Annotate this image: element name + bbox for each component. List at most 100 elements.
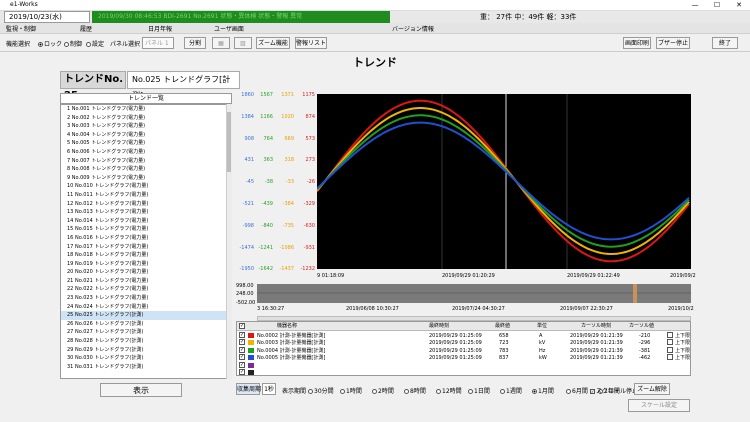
list-item[interactable]: 31 No.031 トレンドグラフ(計測) [61, 363, 231, 372]
overview-plot[interactable] [257, 284, 691, 303]
table-row[interactable]: ✓ [237, 369, 690, 376]
menu-monitor-control[interactable]: 監視・制御 [6, 24, 36, 33]
list-item[interactable]: 4 No.004 トレンドグラフ(電力量) [61, 131, 231, 140]
list-item[interactable]: 3 No.003 トレンドグラフ(電力量) [61, 122, 231, 131]
display-button[interactable]: 表示 [100, 383, 182, 397]
row-checkbox[interactable]: ✓ [239, 354, 245, 361]
list-item[interactable]: 10 No.010 トレンドグラフ(電力量) [61, 182, 231, 191]
period-radio[interactable]: 30分間 [308, 386, 334, 395]
list-item[interactable]: 1 No.001 トレンドグラフ(電力量) [61, 105, 231, 114]
list-item[interactable]: 7 No.007 トレンドグラフ(電力量) [61, 157, 231, 166]
zoom-release-button[interactable]: ズーム解除 [634, 383, 670, 395]
table-row[interactable]: ✓ No.0003 計測-計量機器[計測] 2019/09/29 01:25:09 7… [237, 339, 690, 346]
table-row[interactable]: ✓ [237, 361, 690, 369]
y-axis-tick: -1241 [258, 244, 273, 251]
scroll-stop-checkbox[interactable]: ✓ スクロール停止 [590, 386, 638, 395]
period-radio[interactable]: 6月間 [566, 386, 588, 395]
overview-cursor[interactable] [633, 284, 637, 303]
list-item[interactable]: 14 No.014 トレンドグラフ(電力量) [61, 217, 231, 226]
menu-user-screen[interactable]: ユーザ画面 [214, 24, 244, 33]
list-item[interactable]: 22 No.022 トレンドグラフ(電力量) [61, 285, 231, 294]
trend-plot[interactable] [317, 94, 691, 269]
window-title: e1-Works [10, 1, 38, 8]
image-icon[interactable]: ▨ [234, 37, 252, 49]
list-item[interactable]: 9 No.009 トレンドグラフ(電力量) [61, 174, 231, 183]
split-button[interactable]: 分割 [184, 37, 206, 49]
radio-settings-label: 設定 [92, 41, 105, 48]
limit-checkbox[interactable] [667, 332, 673, 338]
period-radio[interactable]: 1日間 [468, 386, 490, 395]
list-item[interactable]: 30 No.030 トレンドグラフ(計測) [61, 354, 231, 363]
limit-checkbox[interactable] [667, 346, 673, 353]
trend-list[interactable]: 1 No.001 トレンドグラフ(電力量) 2 No.002 トレンドグラフ(電力… [60, 104, 232, 379]
period-radio[interactable]: 12時間 [436, 386, 462, 395]
radio-lock[interactable]: ロック [38, 39, 62, 48]
period-label: 8時間 [410, 388, 426, 395]
menu-history[interactable]: 履歴 [80, 24, 92, 33]
limit-checkbox[interactable] [667, 339, 673, 346]
select-all-checkbox[interactable]: ✓ [239, 323, 245, 329]
y-axis-tick: -521 [242, 201, 254, 207]
y-axis-tick: -38 [264, 179, 273, 186]
list-item[interactable]: 21 No.021 トレンドグラフ(電力量) [61, 277, 231, 286]
list-item[interactable]: 27 No.027 トレンドグラフ(計測) [61, 328, 231, 337]
menu-bar: 監視・制御 履歴 日月年報 ユーザ画面 バージョン情報 [0, 23, 750, 34]
row-checkbox[interactable]: ✓ [239, 346, 245, 353]
list-item[interactable]: 8 No.008 トレンドグラフ(電力量) [61, 165, 231, 174]
y-axis-tick: -630 [303, 222, 315, 229]
scale-settings-button[interactable]: スケール設定 [628, 399, 690, 412]
list-item[interactable]: 28 No.028 トレンドグラフ(計測) [61, 337, 231, 346]
row-checkbox[interactable]: ✓ [239, 369, 245, 375]
list-item[interactable]: 29 No.029 トレンドグラフ(計測) [61, 346, 231, 355]
y-axis-tick: -1437 [279, 266, 294, 273]
list-item[interactable]: 11 No.011 トレンドグラフ(電力量) [61, 191, 231, 200]
table-row[interactable]: ✓ No.0002 計測-計量機器[計測] 2019/09/29 01:25:09 6… [237, 332, 690, 339]
radio-settings[interactable]: 設定 [86, 39, 104, 48]
y-axis-tick: 1371 [281, 92, 294, 98]
list-item[interactable]: 20 No.020 トレンドグラフ(電力量) [61, 268, 231, 277]
list-item[interactable]: 26 No.026 トレンドグラフ(計測) [61, 320, 231, 329]
zoom-button[interactable]: ズーム機能 [256, 37, 290, 49]
y-axis-tick: 573 [305, 135, 315, 142]
menu-reports[interactable]: 日月年報 [148, 24, 172, 33]
exit-button[interactable]: 終了 [712, 37, 738, 49]
period-radio[interactable]: 1月間 [532, 386, 554, 395]
list-item[interactable]: 6 No.006 トレンドグラフ(電力量) [61, 148, 231, 157]
maximize-icon[interactable]: ☐ [706, 0, 728, 10]
menu-version[interactable]: バージョン情報 [392, 24, 434, 33]
list-item[interactable]: 18 No.018 トレンドグラフ(電力量) [61, 251, 231, 260]
row-checkbox[interactable]: ✓ [239, 339, 245, 346]
radio-control[interactable]: 制御 [64, 39, 82, 48]
grid-view-icon[interactable]: ▦ [212, 37, 230, 49]
period-radio[interactable]: 8時間 [404, 386, 426, 395]
trend-list-scroll-thumb[interactable] [227, 112, 231, 172]
list-item[interactable]: 23 No.023 トレンドグラフ(電力量) [61, 294, 231, 303]
list-item[interactable]: 5 No.005 トレンドグラフ(電力量) [61, 139, 231, 148]
list-item[interactable]: 13 No.013 トレンドグラフ(電力量) [61, 208, 231, 217]
row-checkbox[interactable]: ✓ [239, 361, 245, 368]
period-radio[interactable]: 2時間 [372, 386, 394, 395]
col-last-time: 最終時刻 [429, 323, 450, 329]
list-item[interactable]: 25 No.025 トレンドグラフ(計測) [61, 311, 231, 320]
table-row[interactable]: ✓ No.0005 計測-計量機器[計測] 2019/09/29 01:25:09 8… [237, 354, 690, 361]
alarm-banner[interactable]: 2019/09/30 08:46:53 BDI-2691 No.2691 状態・… [92, 11, 390, 23]
print-screen-button[interactable]: 画面印刷 [623, 37, 651, 49]
row-checkbox[interactable]: ✓ [239, 332, 245, 338]
close-icon[interactable]: ✕ [728, 0, 750, 10]
panel-select[interactable]: パネル 1 [142, 37, 174, 49]
list-item[interactable]: 17 No.017 トレンドグラフ(電力量) [61, 243, 231, 252]
list-item[interactable]: 15 No.015 トレンドグラフ(電力量) [61, 225, 231, 234]
period-radio[interactable]: 1週間 [500, 386, 522, 395]
limit-checkbox[interactable] [667, 354, 673, 361]
list-item[interactable]: 12 No.012 トレンドグラフ(電力量) [61, 200, 231, 209]
collect-period-value[interactable]: 1秒 [262, 383, 276, 395]
table-row[interactable]: ✓ No.0004 計測-計量機器[計測] 2019/09/29 01:25:09 7… [237, 346, 690, 354]
list-item[interactable]: 24 No.024 トレンドグラフ(電力量) [61, 303, 231, 312]
alarm-list-button[interactable]: 警報リスト [295, 37, 327, 49]
buzzer-stop-button[interactable]: ブザー停止 [656, 37, 690, 49]
list-item[interactable]: 2 No.002 トレンドグラフ(電力量) [61, 114, 231, 123]
list-item[interactable]: 19 No.019 トレンドグラフ(電力量) [61, 260, 231, 269]
list-item[interactable]: 16 No.016 トレンドグラフ(電力量) [61, 234, 231, 243]
minimize-icon[interactable]: — [684, 0, 706, 10]
period-radio[interactable]: 1時間 [340, 386, 362, 395]
